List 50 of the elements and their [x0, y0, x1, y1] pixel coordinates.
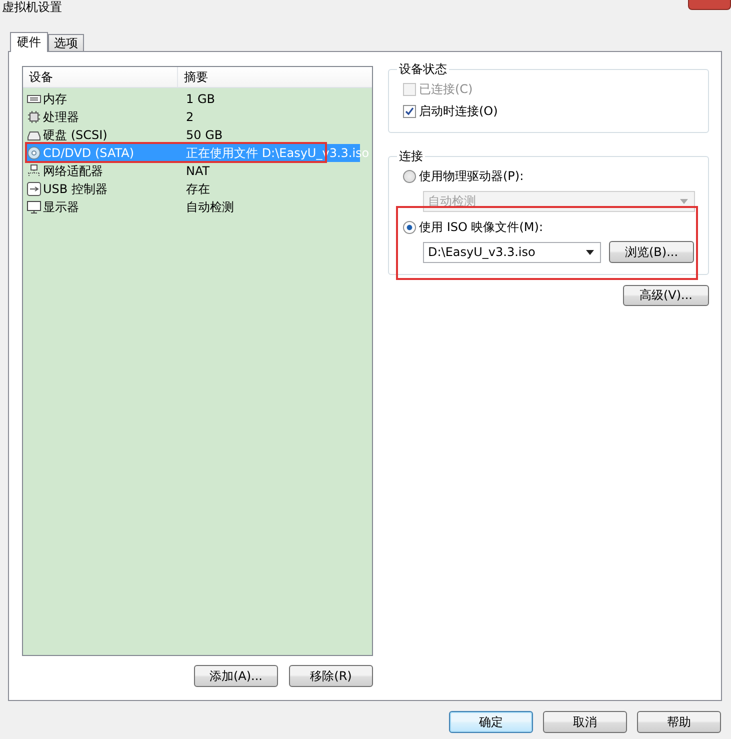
device-row[interactable]: 内存 1 GB [25, 90, 360, 108]
device-summary: 存在 [185, 180, 210, 198]
device-name: 显示器 [43, 198, 79, 216]
iso-path-dropdown[interactable]: D:\EasyU_v3.3.iso [423, 242, 601, 262]
device-row[interactable]: USB 控制器 存在 [25, 180, 360, 198]
device-summary: 自动检测 [185, 198, 234, 216]
radio-button[interactable] [403, 220, 416, 234]
memory-icon [27, 92, 41, 106]
group-title: 设备状态 [398, 61, 448, 78]
checkbox-label: 启动时连接(O) [419, 102, 498, 120]
device-row[interactable]: 显示器 自动检测 [25, 198, 360, 216]
device-summary: 2 [185, 110, 194, 124]
device-name: 处理器 [43, 108, 79, 126]
device-summary: 50 GB [185, 128, 223, 142]
close-button[interactable] [688, 0, 731, 10]
dialog-button[interactable]: 帮助 [637, 711, 721, 733]
caret-icon [586, 250, 594, 254]
tab[interactable]: 选项 [48, 34, 84, 51]
radio-button[interactable] [403, 170, 416, 182]
group-title: 连接 [398, 148, 424, 165]
device-name: 内存 [43, 90, 67, 108]
caret-icon [680, 199, 688, 204]
dialog-button[interactable]: 取消 [543, 711, 627, 733]
list-button[interactable]: 添加(A)... [194, 665, 278, 687]
network-icon [27, 164, 41, 178]
device-name: 硬盘 (SCSI) [43, 126, 108, 144]
tab[interactable]: 硬件 [10, 32, 48, 52]
radio-label: 使用物理驱动器(P): [419, 168, 524, 184]
device-row[interactable]: 网络适配器 NAT [25, 162, 360, 180]
device-name: CD/DVD (SATA) [43, 146, 134, 160]
device-row[interactable]: 硬盘 (SCSI) 50 GB [25, 126, 360, 144]
monitor-icon [27, 200, 41, 214]
usb-icon [27, 182, 41, 196]
device-name: 网络适配器 [43, 162, 103, 180]
chip-icon [27, 110, 41, 124]
browse-button[interactable]: 浏览(B)... [609, 241, 694, 263]
disc-icon [27, 146, 41, 160]
checkbox[interactable] [403, 104, 416, 118]
dialog-button[interactable]: 确定 [449, 711, 533, 733]
checkbox-label: 已连接(C) [419, 80, 473, 98]
radio-label: 使用 ISO 映像文件(M): [419, 218, 543, 236]
advanced-button[interactable]: 高级(V)... [623, 285, 709, 306]
device-summary: NAT [185, 164, 210, 178]
column-header[interactable]: 摘要 [178, 67, 208, 87]
list-button[interactable]: 移除(R) [289, 665, 373, 687]
device-row[interactable]: 处理器 2 [25, 108, 360, 126]
column-header[interactable]: 设备 [23, 67, 178, 87]
device-name: USB 控制器 [43, 180, 108, 198]
window-title: 虚拟机设置 [2, 1, 62, 14]
device-summary: 1 GB [185, 92, 215, 106]
